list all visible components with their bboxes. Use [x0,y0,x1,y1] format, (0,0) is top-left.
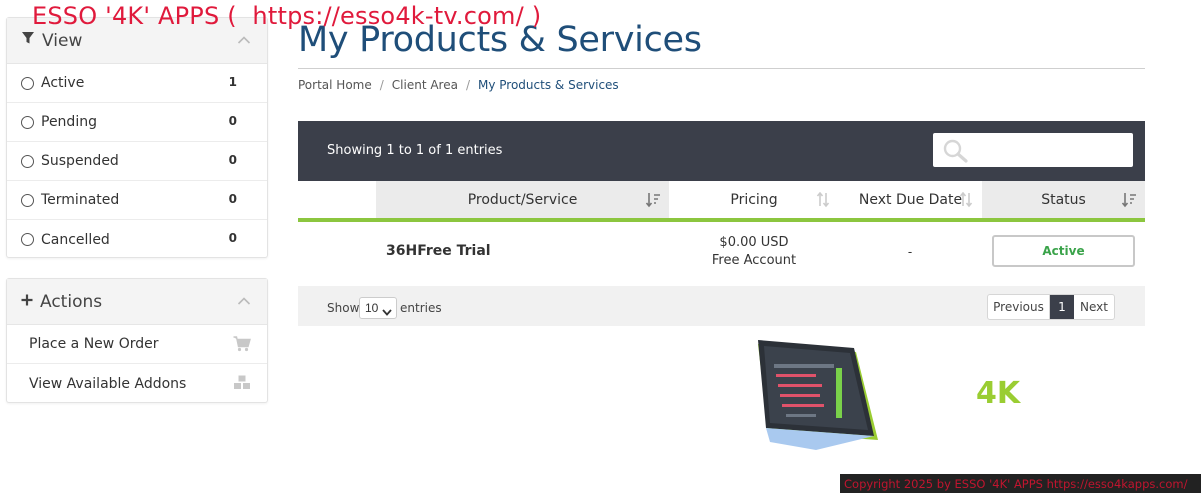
plus-icon [21,293,33,311]
radio-icon[interactable] [21,115,34,129]
search-icon [943,139,969,168]
sort-desc-icon [645,192,661,212]
filter-label: Pending [41,114,97,130]
brand-banner: ESSO '4K' APPS ( https://esso4k-tv.com/ … [32,2,542,30]
actions-panel: Actions Place a New Order View Available… [6,278,268,403]
pricing-cell: $0.00 USD Free Account [674,234,834,270]
column-label: Pricing [730,191,778,208]
table-header: Product/Service Pricing Next Due Date St… [298,181,1145,222]
filter-item-active[interactable]: Active 1 [7,64,267,103]
chevron-up-icon[interactable] [237,32,251,50]
filter-label: Terminated [41,192,120,208]
column-label: Product/Service [467,191,578,208]
title-divider [298,68,1145,69]
filter-item-terminated[interactable]: Terminated 0 [7,181,267,220]
breadcrumb-current: My Products & Services [478,78,619,92]
chevron-up-icon[interactable] [237,293,251,311]
table-info: Showing 1 to 1 of 1 entries [327,143,503,158]
table-footer: Show 10 entries Previous 1 Next [298,286,1145,326]
view-panel-title: View [42,30,83,51]
filter-label: Active [41,75,85,91]
length-value: 10 [365,301,379,315]
filter-count: 0 [228,153,237,167]
sort-desc-icon [1121,192,1137,212]
column-header-blank [298,181,376,222]
filter-item-suspended[interactable]: Suspended 0 [7,142,267,181]
cubes-icon [233,375,251,395]
entries-label: entries [400,301,442,315]
page-1-button[interactable]: 1 [1050,295,1074,319]
breadcrumb-separator: / [465,78,470,92]
table-row[interactable]: 36HFree Trial $0.00 USD Free Account - A… [298,222,1145,285]
filter-item-pending[interactable]: Pending 0 [7,103,267,142]
sort-icon [815,191,831,212]
filter-label: Suspended [41,153,119,169]
monitor-illustration [756,338,880,459]
column-label: Next Due Date [858,191,963,208]
view-addons-link[interactable]: View Available Addons [7,364,267,403]
filter-count: 0 [228,231,237,245]
pagination: Previous 1 Next [987,294,1115,320]
column-header-next-due-date[interactable]: Next Due Date [839,181,982,222]
actions-panel-header[interactable]: Actions [7,279,267,325]
previous-page-button[interactable]: Previous [988,295,1050,319]
page: ESSO '4K' APPS ( https://esso4k-tv.com/ … [0,0,1201,493]
breadcrumb: Portal Home / Client Area / My Products … [298,78,619,92]
action-label: Place a New Order [29,336,159,352]
promo-4k-label: 4K [976,376,1021,411]
copyright-footer: Copyright 2025 by ESSO '4K' APPS https:/… [840,474,1201,493]
next-page-button[interactable]: Next [1074,295,1114,319]
radio-icon[interactable] [21,76,34,90]
column-header-product[interactable]: Product/Service [376,181,669,222]
action-label: View Available Addons [29,375,187,392]
chevron-down-icon [382,305,392,319]
product-name: 36HFree Trial [386,243,491,259]
radio-icon[interactable] [21,193,34,207]
status-badge: Active [992,235,1135,267]
breadcrumb-client-area[interactable]: Client Area [392,78,458,92]
column-header-status[interactable]: Status [982,181,1145,222]
column-label: Status [1041,191,1086,208]
cart-icon [233,336,251,356]
radio-icon[interactable] [21,233,34,246]
filter-label: Cancelled [41,231,110,248]
next-due-date: - [907,244,913,259]
column-header-pricing[interactable]: Pricing [669,181,839,222]
filter-item-cancelled[interactable]: Cancelled 0 [7,220,267,259]
table-toolbar: Showing 1 to 1 of 1 entries [298,121,1145,181]
filter-count: 1 [228,75,237,89]
show-label: Show [327,301,360,315]
breadcrumb-portal-home[interactable]: Portal Home [298,78,372,92]
price-amount: $0.00 USD [719,235,789,250]
entries-length-select[interactable]: 10 [359,297,397,319]
sort-icon [958,191,974,212]
price-note: Free Account [711,253,797,268]
place-new-order-link[interactable]: Place a New Order [7,325,267,364]
breadcrumb-separator: / [379,78,384,92]
filter-icon [21,31,35,50]
actions-panel-title: Actions [40,291,103,312]
filter-count: 0 [228,192,237,206]
radio-icon[interactable] [21,154,34,168]
view-filter-panel: View Active 1 Pending 0 Suspended 0 Term… [6,17,268,258]
filter-count: 0 [228,114,237,128]
